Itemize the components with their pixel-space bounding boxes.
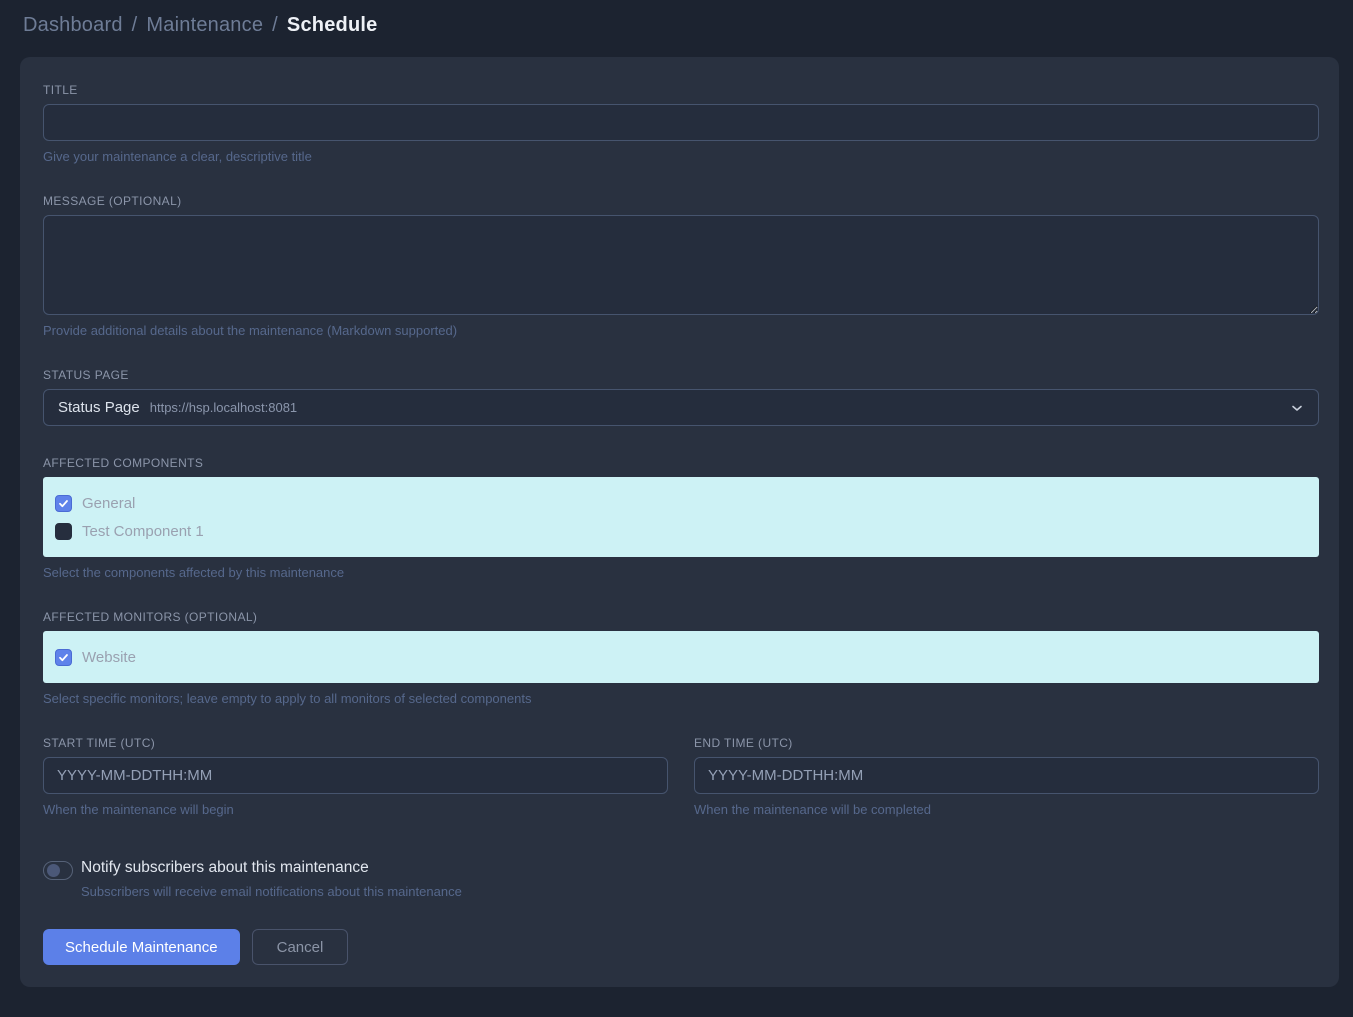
- schedule-maintenance-button[interactable]: Schedule Maintenance: [43, 929, 240, 965]
- top-bar: Dashboard / Maintenance / Schedule: [0, 0, 1353, 50]
- status-page-selected-name: Status Page: [58, 399, 140, 416]
- component-option-label: General: [82, 495, 135, 512]
- notify-subscribers-toggle[interactable]: [43, 861, 73, 880]
- affected-monitors-field-group: AFFECTED MONITORS (OPTIONAL) Website Sel…: [43, 610, 1319, 706]
- toggle-knob: [47, 864, 60, 877]
- form-actions: Schedule Maintenance Cancel: [43, 929, 1319, 965]
- affected-monitors-listbox: Website: [43, 631, 1319, 683]
- status-page-label: STATUS PAGE: [43, 368, 1319, 382]
- affected-components-helper-text: Select the components affected by this m…: [43, 565, 1319, 580]
- affected-monitors-helper-text: Select specific monitors; leave empty to…: [43, 691, 1319, 706]
- checkmark-icon: [58, 652, 69, 663]
- breadcrumb-item-dashboard[interactable]: Dashboard: [23, 14, 123, 37]
- end-time-helper-text: When the maintenance will be completed: [694, 802, 1319, 817]
- status-page-selected-url: https://hsp.localhost:8081: [150, 400, 297, 415]
- checkbox-test-component-1[interactable]: [55, 523, 72, 540]
- message-helper-text: Provide additional details about the mai…: [43, 323, 1319, 338]
- start-time-field-group: START TIME (UTC) When the maintenance wi…: [43, 736, 668, 817]
- breadcrumb-separator: /: [272, 14, 278, 37]
- message-textarea[interactable]: [43, 215, 1319, 315]
- breadcrumb-item-maintenance[interactable]: Maintenance: [146, 14, 263, 37]
- title-helper-text: Give your maintenance a clear, descripti…: [43, 149, 1319, 164]
- monitor-option-website[interactable]: Website: [55, 645, 1307, 669]
- schedule-maintenance-form-card: TITLE Give your maintenance a clear, des…: [20, 57, 1339, 987]
- component-option-general[interactable]: General: [55, 491, 1307, 515]
- message-field-group: MESSAGE (OPTIONAL) Provide additional de…: [43, 194, 1319, 338]
- affected-components-field-group: AFFECTED COMPONENTS General Test Compone…: [43, 456, 1319, 580]
- end-time-field-group: END TIME (UTC) When the maintenance will…: [694, 736, 1319, 817]
- checkbox-website[interactable]: [55, 649, 72, 666]
- notify-subscribers-label: Notify subscribers about this maintenanc…: [81, 859, 369, 876]
- end-time-label: END TIME (UTC): [694, 736, 1319, 750]
- chevron-down-icon: [1290, 401, 1304, 415]
- title-label: TITLE: [43, 83, 1319, 97]
- notify-subscribers-helper-text: Subscribers will receive email notificat…: [81, 884, 462, 899]
- affected-components-listbox: General Test Component 1: [43, 477, 1319, 557]
- status-page-field-group: STATUS PAGE Status Page https://hsp.loca…: [43, 368, 1319, 426]
- message-label: MESSAGE (OPTIONAL): [43, 194, 1319, 208]
- breadcrumb-current-schedule: Schedule: [287, 14, 378, 37]
- checkmark-icon: [58, 498, 69, 509]
- notify-texts: Notify subscribers about this maintenanc…: [81, 859, 462, 899]
- affected-components-label: AFFECTED COMPONENTS: [43, 456, 1319, 470]
- checkbox-general[interactable]: [55, 495, 72, 512]
- affected-monitors-label: AFFECTED MONITORS (OPTIONAL): [43, 610, 1319, 624]
- component-option-label: Test Component 1: [82, 523, 204, 540]
- cancel-button[interactable]: Cancel: [252, 929, 349, 965]
- breadcrumb: Dashboard / Maintenance / Schedule: [23, 14, 377, 37]
- title-input[interactable]: [43, 104, 1319, 141]
- start-time-helper-text: When the maintenance will begin: [43, 802, 668, 817]
- start-time-input[interactable]: [43, 757, 668, 794]
- monitor-option-label: Website: [82, 649, 136, 666]
- time-fields-row: START TIME (UTC) When the maintenance wi…: [43, 736, 1319, 817]
- notify-subscribers-row: Notify subscribers about this maintenanc…: [43, 859, 1319, 899]
- status-page-select[interactable]: Status Page https://hsp.localhost:8081: [43, 389, 1319, 426]
- end-time-input[interactable]: [694, 757, 1319, 794]
- title-field-group: TITLE Give your maintenance a clear, des…: [43, 83, 1319, 164]
- breadcrumb-separator: /: [132, 14, 138, 37]
- component-option-test-component-1[interactable]: Test Component 1: [55, 519, 1307, 543]
- start-time-label: START TIME (UTC): [43, 736, 668, 750]
